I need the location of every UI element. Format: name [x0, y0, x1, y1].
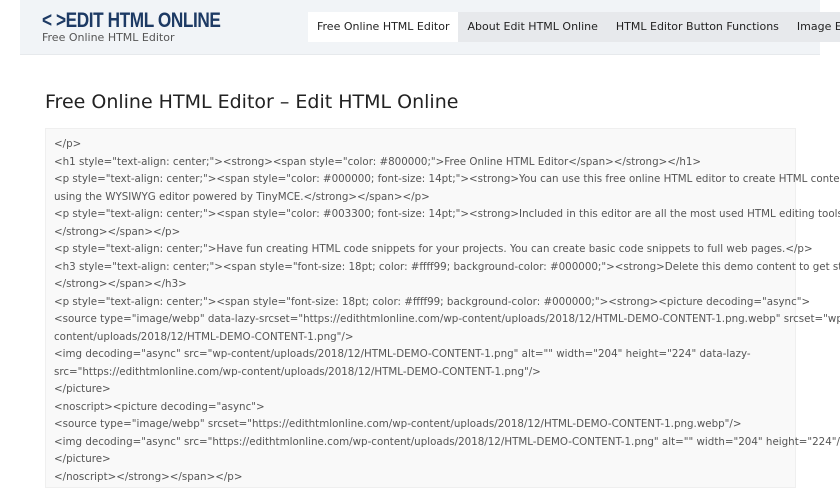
- site-logo[interactable]: < >EDIT HTML ONLINE: [42, 9, 221, 33]
- code-line: </picture>: [54, 383, 111, 395]
- code-line: <h3 style="text-align: center;"><span st…: [54, 260, 840, 273]
- main-nav: Free Online HTML Editor About Edit HTML …: [308, 12, 840, 42]
- code-line: <p style="text-align: center;"><span sty…: [54, 295, 811, 308]
- page-title: Free Online HTML Editor – Edit HTML Onli…: [45, 91, 459, 113]
- code-line: </strong></span></h3>: [54, 278, 187, 290]
- code-line: <p style="text-align: center;"><span sty…: [54, 208, 840, 220]
- code-line: <noscript><picture decoding="async">: [54, 400, 265, 413]
- nav-about[interactable]: About Edit HTML Online: [458, 12, 606, 42]
- html-source-editor[interactable]: </p> <h1 style="text-align: center;"><str…: [45, 128, 840, 488]
- site-header: < >EDIT HTML ONLINE Free Online HTML Edi…: [20, 0, 840, 55]
- code-line: </picture>: [54, 453, 111, 465]
- code-line: <source type="image/webp" data-lazy-srcs…: [54, 313, 840, 325]
- nav-button-functions[interactable]: HTML Editor Button Functions: [607, 12, 788, 42]
- nav-image-editor[interactable]: Image Editor: [788, 12, 840, 42]
- code-line: src="https://edithtmlonline.com/wp-conte…: [54, 365, 541, 378]
- code-line: using the WYSIWYG editor powered by Tiny…: [54, 190, 430, 203]
- site-tagline: Free Online HTML Editor: [42, 31, 175, 44]
- code-line: </noscript></strong></span></p>: [54, 470, 243, 483]
- code-line: <img decoding="async" src="https://edith…: [54, 435, 840, 448]
- code-line: <p style="text-align: center;">Have fun …: [54, 243, 813, 255]
- code-line: <h1 style="text-align: center;"><strong>…: [54, 155, 702, 168]
- code-line: <p style="text-align: center;"><span sty…: [54, 173, 840, 185]
- code-line: <img decoding="async" src="wp-content/up…: [54, 348, 751, 360]
- code-line: </p>: [54, 138, 82, 150]
- code-line: </strong></span></p>: [54, 225, 181, 238]
- code-line: <source type="image/webp" srcset="https:…: [54, 418, 742, 430]
- code-line: content/uploads/2018/12/HTML-DEMO-CONTEN…: [54, 330, 354, 343]
- nav-free-online-html-editor[interactable]: Free Online HTML Editor: [308, 12, 459, 42]
